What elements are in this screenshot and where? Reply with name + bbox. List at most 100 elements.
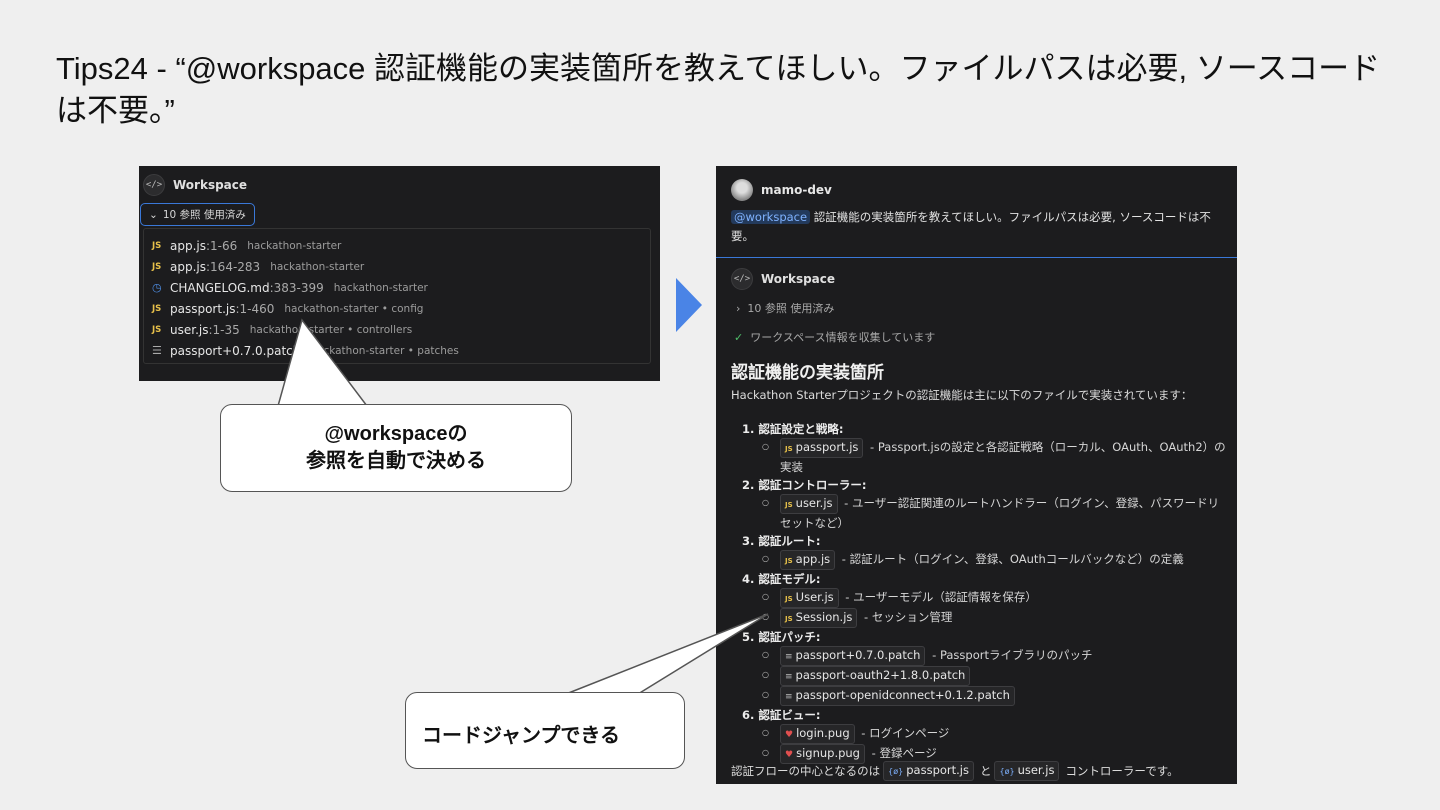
file-chip[interactable]: {ø} user.js bbox=[994, 761, 1060, 781]
pug-file-icon: ♥ bbox=[785, 750, 794, 760]
check-icon: ✓ bbox=[734, 331, 744, 344]
reference-line-range: :383-399 bbox=[269, 280, 324, 295]
javascript-file-icon: JS bbox=[152, 303, 162, 314]
list-item: JSSession.js - セッション管理 bbox=[742, 608, 1228, 628]
file-chip[interactable]: ≡ passport-openidconnect+0.1.2.patch bbox=[780, 686, 1015, 706]
reference-location: hackathon-starter bbox=[270, 260, 365, 273]
agent-header: </> Workspace bbox=[731, 268, 835, 290]
section-heading: 5. 認証パッチ: bbox=[742, 630, 821, 644]
slide-title: Tips24 - “@workspace 認証機能の実装箇所を教えてほしい。ファ… bbox=[56, 51, 1381, 128]
file-chip-label: user.js bbox=[795, 496, 833, 510]
file-chip[interactable]: {ø} passport.js bbox=[883, 761, 974, 781]
answer-footer: 認証フローの中心となるのは {ø} passport.js と {ø} user.j… bbox=[731, 761, 1179, 781]
list-item: ≡passport+0.7.0.patch - Passportライブラリのパッ… bbox=[742, 646, 1228, 666]
javascript-file-icon: JS bbox=[785, 445, 793, 453]
workspace-label: Workspace bbox=[173, 178, 248, 192]
user-header: mamo-dev bbox=[731, 179, 832, 201]
reference-file-name: CHANGELOG.md bbox=[170, 280, 270, 295]
reference-line-range: :1-35 bbox=[208, 322, 240, 337]
section-heading: 3. 認証ルート: bbox=[742, 534, 821, 548]
markdown-file-icon: ◷ bbox=[152, 281, 162, 294]
section-heading: 4. 認証モデル: bbox=[742, 572, 821, 586]
answer-intro: Hackathon Starterプロジェクトの認証機能は主に以下のファイルで実… bbox=[731, 388, 1193, 402]
file-chip[interactable]: JS passport.js bbox=[780, 438, 864, 458]
file-chip[interactable]: ≡ passport-oauth2+1.8.0.patch bbox=[780, 666, 971, 686]
reference-row[interactable]: JS passport.js:1-460 hackathon-starter • c… bbox=[152, 298, 642, 319]
patch-file-icon: ≡ bbox=[785, 672, 793, 682]
reference-row[interactable]: JS app.js:164-283 hackathon-starter bbox=[152, 256, 642, 277]
code-icon: </> bbox=[731, 268, 753, 290]
symbol-icon: {ø} bbox=[999, 767, 1015, 776]
reference-file-name: app.js bbox=[170, 238, 206, 253]
javascript-file-icon: JS bbox=[785, 595, 793, 603]
patch-file-icon: ≡ bbox=[785, 652, 793, 662]
file-chip-label: user.js bbox=[1017, 763, 1055, 777]
symbol-icon: {ø} bbox=[888, 767, 904, 776]
callout-auto-reference: @workspaceの 参照を自動で決める bbox=[220, 404, 572, 492]
footer-mid: と bbox=[979, 764, 992, 778]
references-used-toggle[interactable]: › 10 参照 使用済み bbox=[736, 300, 834, 316]
reference-line-range: :1-66 bbox=[206, 238, 238, 253]
callout-code-jump: コードジャンプできる bbox=[405, 692, 685, 769]
file-chip[interactable]: JS Session.js bbox=[780, 608, 858, 628]
chevron-right-icon: › bbox=[736, 302, 741, 315]
collecting-status: ✓ ワークスペース情報を収集しています bbox=[734, 329, 935, 345]
file-chip[interactable]: ≡ passport+0.7.0.patch bbox=[780, 646, 926, 666]
reference-file-name: app.js bbox=[170, 259, 206, 274]
avatar bbox=[731, 179, 753, 201]
file-chip-label: app.js bbox=[795, 552, 831, 566]
list-item: JSuser.js - ユーザー認証関連のルートハンドラー（ログイン、登録、パス… bbox=[742, 494, 1228, 532]
file-chip[interactable]: JS user.js bbox=[780, 494, 838, 514]
workspace-references-panel: </> Workspace ⌄ 10 参照 使用済み JS app.js:1-66… bbox=[139, 166, 660, 381]
javascript-file-icon: JS bbox=[152, 261, 162, 272]
footer-suffix: コントローラーです。 bbox=[1065, 764, 1179, 778]
user-prompt: @workspace 認証機能の実装箇所を教えてほしい。ファイルパスは必要, ソ… bbox=[731, 208, 1226, 246]
list-item: JSpassport.js - Passport.jsの設定と各認証戦略（ローカ… bbox=[742, 438, 1228, 476]
reference-row[interactable]: JS user.js:1-35 hackathon-starter • contro… bbox=[152, 319, 642, 340]
section-heading: 1. 認証設定と戦略: bbox=[742, 422, 844, 436]
collecting-status-label: ワークスペース情報を収集しています bbox=[750, 331, 936, 344]
code-icon: </> bbox=[143, 174, 165, 196]
item-description: - ユーザーモデル（認証情報を保存） bbox=[841, 590, 1037, 604]
callout-auto-reference-line2: 参照を自動で決める bbox=[306, 450, 486, 472]
workspace-mention[interactable]: @workspace bbox=[731, 210, 811, 224]
file-chip-label: passport.js bbox=[906, 763, 969, 777]
patch-file-icon: ≡ bbox=[785, 692, 793, 702]
javascript-file-icon: JS bbox=[152, 240, 162, 251]
file-chip-label: passport-openidconnect+0.1.2.patch bbox=[795, 688, 1010, 702]
footer-prefix: 認証フローの中心となるのは bbox=[731, 764, 881, 778]
file-chip-label: User.js bbox=[795, 590, 834, 604]
chevron-down-icon: ⌄ bbox=[149, 208, 158, 221]
list-item: ♥login.pug - ログインページ bbox=[742, 724, 1228, 744]
item-description: - ユーザー認証関連のルートハンドラー（ログイン、登録、パスワードリセットなど） bbox=[780, 496, 1220, 530]
answer-sections: 1. 認証設定と戦略: JSpassport.js - Passport.jsの設… bbox=[742, 420, 1228, 764]
item-description: - 認証ルート（ログイン、登録、OAuthコールバックなど）の定義 bbox=[838, 552, 1184, 566]
reference-location: hackathon-starter • config bbox=[284, 302, 424, 315]
file-chip[interactable]: ♥ login.pug bbox=[780, 724, 855, 744]
references-toggle[interactable]: ⌄ 10 参照 使用済み bbox=[140, 203, 255, 226]
file-chip-label: passport.js bbox=[795, 440, 859, 454]
section-heading: 2. 認証コントローラー: bbox=[742, 478, 867, 492]
reference-file-name: passport+0.7.0.patch bbox=[170, 343, 301, 358]
file-chip-label: Session.js bbox=[795, 610, 853, 624]
item-description: - 登録ページ bbox=[868, 746, 937, 760]
reference-row[interactable]: ☰ passport+0.7.0.patch hackathon-starter •… bbox=[152, 340, 642, 361]
list-item: ≡passport-oauth2+1.8.0.patch bbox=[742, 666, 1228, 686]
file-chip[interactable]: JS app.js bbox=[780, 550, 836, 570]
agent-label: Workspace bbox=[761, 272, 836, 286]
arrow-right-icon bbox=[676, 278, 702, 332]
list-item: JSUser.js - ユーザーモデル（認証情報を保存） bbox=[742, 588, 1228, 608]
reference-row[interactable]: ◷ CHANGELOG.md:383-399 hackathon-starter bbox=[152, 277, 642, 298]
reference-line-range: :1-460 bbox=[235, 301, 275, 316]
workspace-header: </> Workspace bbox=[143, 174, 247, 196]
item-description: - Passportライブラリのパッチ bbox=[928, 648, 1093, 662]
reference-file-name: passport.js bbox=[170, 301, 236, 316]
item-description: - ログインページ bbox=[857, 726, 950, 740]
callout-auto-reference-line1: @workspaceの bbox=[324, 423, 468, 445]
reference-row[interactable]: JS app.js:1-66 hackathon-starter bbox=[152, 235, 642, 256]
file-chip[interactable]: JS User.js bbox=[780, 588, 839, 608]
reference-line-range: :164-283 bbox=[206, 259, 261, 274]
references-used-label: 10 参照 使用済み bbox=[747, 302, 835, 315]
file-chip-label: passport+0.7.0.patch bbox=[795, 648, 921, 662]
pug-file-icon: ♥ bbox=[785, 730, 794, 740]
